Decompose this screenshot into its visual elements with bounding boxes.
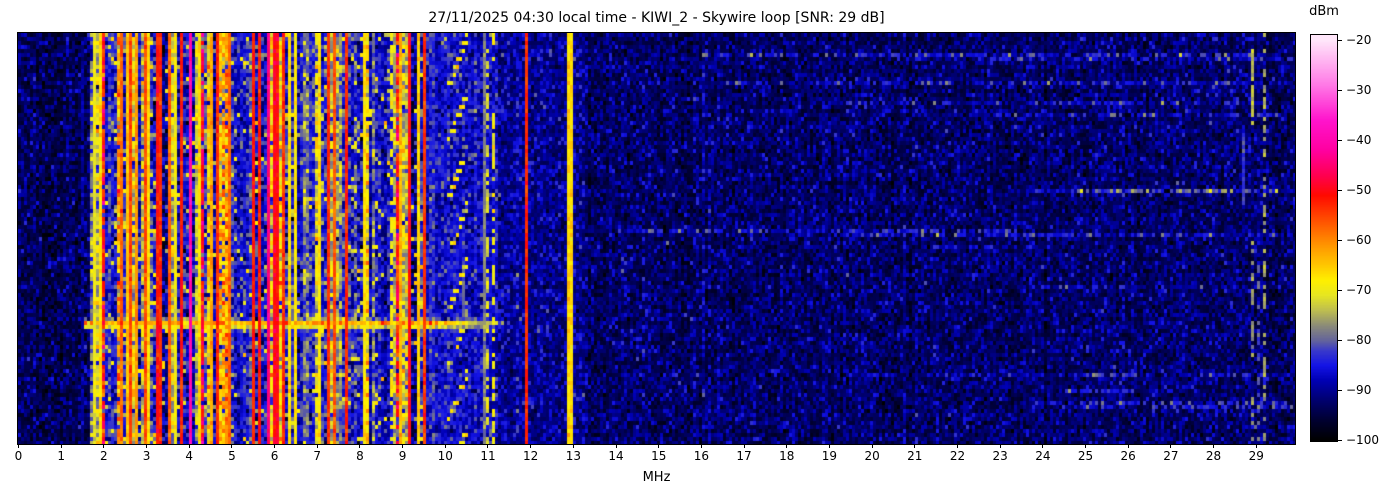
colorbar-tick [1338,239,1342,241]
colorbar-canvas [1311,35,1337,441]
x-tick [1085,444,1086,448]
x-tick [188,444,190,448]
x-tick-label: 14 [608,449,624,463]
x-tick-label: 21 [907,449,923,463]
colorbar-tick [1338,389,1342,391]
colorbar-tick [1338,89,1342,91]
x-tick [487,444,489,448]
spectrogram-page: 27/11/2025 04:30 local time - KIWI_2 - S… [0,0,1400,500]
colorbar-tick-label: −40 [1346,133,1372,147]
x-tick-label: 4 [185,449,194,463]
x-tick-label: 22 [949,449,966,463]
x-tick [1042,444,1044,448]
x-tick-label: 10 [437,449,453,463]
x-tick-label: 1 [57,449,65,463]
x-tick-label: 19 [821,449,838,463]
x-tick-label: 0 [14,449,23,463]
x-tick-label: 29 [1248,449,1264,463]
x-tick [615,444,617,448]
x-tick [786,444,788,448]
colorbar-tick-label: −100 [1346,433,1379,447]
colorbar-unit-label: dBm [1309,4,1339,19]
x-tick-label: 17 [736,449,752,463]
colorbar-tick-label: −30 [1346,83,1372,97]
x-tick [359,444,361,448]
x-tick [18,444,19,448]
waterfall-canvas [18,33,1295,444]
x-tick-label: 25 [1077,449,1094,463]
x-axis-label: MHz [642,470,671,485]
x-tick [1127,444,1129,448]
x-tick [700,444,702,448]
x-tick [743,444,745,448]
x-tick-label: 26 [1120,449,1136,463]
x-tick [402,444,404,448]
x-tick [956,444,958,448]
x-tick-label: 24 [1035,449,1051,463]
colorbar [1310,34,1338,442]
colorbar-tick-label: −90 [1346,383,1372,397]
x-tick-label: 18 [779,449,795,463]
colorbar-tick [1338,289,1342,291]
x-tick-label: 8 [356,449,364,463]
x-tick-label: 9 [398,449,407,463]
x-tick [914,444,916,448]
colorbar-tick-label: −50 [1346,183,1372,197]
chart-title: 27/11/2025 04:30 local time - KIWI_2 - S… [428,10,885,26]
x-tick [1170,444,1172,448]
x-tick [103,444,105,448]
x-tick [1213,444,1215,448]
x-tick [146,444,148,448]
colorbar-tick [1338,439,1342,441]
x-tick-label: 27 [1163,449,1179,463]
x-tick-label: 2 [100,449,108,463]
colorbar-tick [1338,339,1342,341]
waterfall-plot [17,32,1296,445]
x-tick [572,444,574,448]
x-tick-label: 28 [1205,449,1222,463]
x-tick [1255,444,1257,448]
colorbar-tick-label: −60 [1346,233,1372,247]
x-tick [530,444,532,448]
x-tick [231,444,233,448]
x-tick-label: 3 [142,449,151,463]
x-tick [999,444,1001,448]
x-tick-label: 13 [565,449,581,463]
x-tick [316,444,318,448]
x-tick-label: 5 [228,449,236,463]
x-tick-label: 15 [651,449,667,463]
colorbar-tick [1338,39,1342,41]
x-tick-label: 7 [313,449,322,463]
x-tick [60,444,62,448]
colorbar-tick-label: −80 [1346,333,1372,347]
colorbar-tick [1338,139,1342,141]
x-tick-label: 20 [864,449,880,463]
x-tick [828,444,830,448]
x-tick-label: 23 [992,449,1008,463]
x-tick-label: 12 [523,449,539,463]
x-tick [274,444,276,448]
x-tick [871,444,873,448]
colorbar-tick-label: −20 [1346,33,1372,47]
colorbar-tick-label: −70 [1346,283,1372,297]
x-tick-label: 16 [693,449,710,463]
x-tick [444,444,446,448]
x-tick [658,444,660,448]
x-tick-label: 6 [270,449,279,463]
colorbar-tick [1338,189,1342,191]
x-tick-label: 11 [480,449,496,463]
